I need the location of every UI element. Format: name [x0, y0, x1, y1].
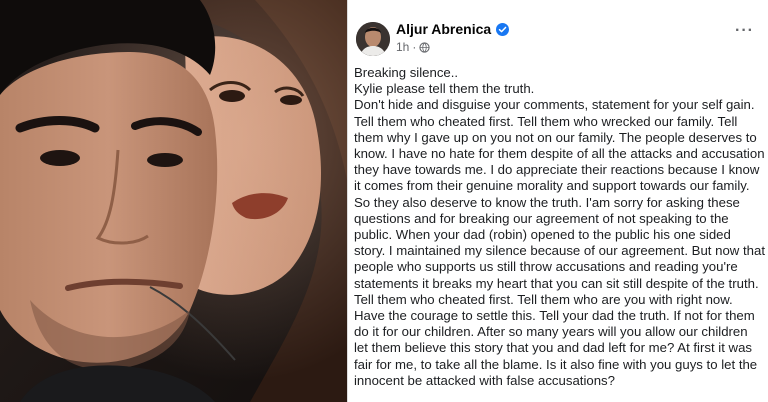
post-line: statements it breaks my heart that you c…: [354, 275, 759, 291]
post-line: innocent be attacked with false accusati…: [354, 372, 615, 388]
post-line: do it for our children. After so many ye…: [354, 324, 748, 340]
post-line: let them believe this story that you and…: [354, 340, 753, 356]
post-line: story. I maintained my silence because o…: [354, 243, 765, 259]
post-line: Tell them who cheated first. Tell them w…: [354, 113, 738, 129]
facebook-post: Aljur Abrenica 1h · ··· Breaking silence…: [348, 0, 768, 402]
meta-separator: ·: [412, 40, 417, 54]
author-name[interactable]: Aljur Abrenica: [396, 21, 491, 37]
post-line: Tell them who cheated first. Tell them w…: [354, 291, 733, 307]
post-line: Have the courage to settle this. Tell yo…: [354, 308, 755, 324]
post-line: know. I have no hate for them despite of…: [354, 146, 765, 162]
globe-icon[interactable]: [419, 41, 430, 53]
couple-photo-illustration: [0, 0, 347, 402]
post-line: them why I gave up on you not on our fam…: [354, 129, 757, 145]
more-options-icon[interactable]: ···: [735, 22, 754, 40]
post-line: Breaking silence..: [354, 65, 459, 80]
verified-badge-icon: [496, 22, 510, 36]
post-line: Don't hide and disguise your comments, s…: [354, 97, 755, 113]
post-line: questions and for breaking our agreement…: [354, 210, 729, 226]
post-line: they have towards me. I do appreciate th…: [354, 162, 760, 178]
post-line: people who supports us still throw accus…: [354, 259, 738, 275]
avatar-image: [356, 22, 390, 56]
post-timestamp[interactable]: 1h: [396, 40, 409, 54]
post-line: Kylie please tell them the truth.: [354, 81, 535, 97]
post-line: So they also deserve to know the truth. …: [354, 194, 740, 210]
post-meta: 1h ·: [396, 40, 430, 54]
post-photo[interactable]: [0, 0, 347, 402]
post-line: fair for me, to take all the blame. Is i…: [354, 356, 758, 372]
post-body: Breaking silence.. Kylie please tell the…: [354, 65, 765, 389]
author-name-row: Aljur Abrenica: [396, 21, 510, 37]
post-line: it comes from their genuine morality and…: [354, 178, 750, 194]
post-line: public. When your dad (robin) opened to …: [354, 227, 731, 243]
author-avatar[interactable]: [356, 22, 390, 56]
